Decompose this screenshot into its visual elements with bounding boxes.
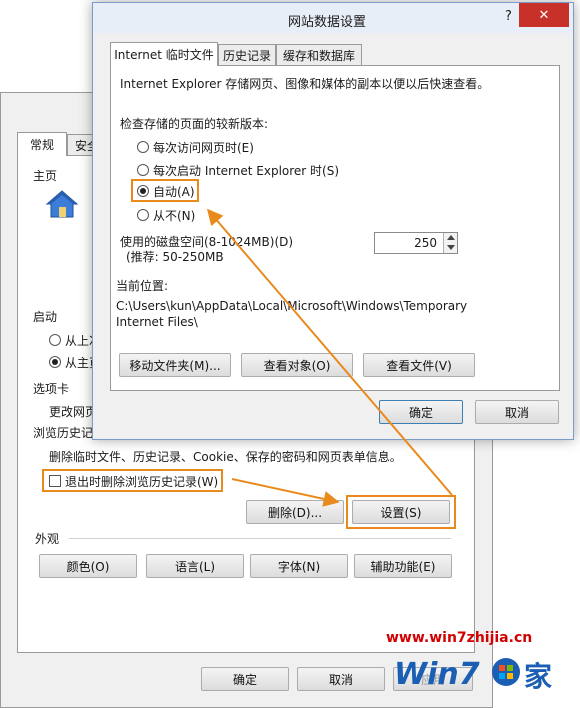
arrow-up-icon[interactable] — [447, 235, 455, 240]
highlight-delete-on-exit — [42, 469, 223, 492]
svg-text:家: 家 — [524, 660, 552, 693]
close-button[interactable]: ✕ — [519, 3, 569, 27]
view-objects-button[interactable]: 查看对象(O) — [241, 353, 353, 377]
help-button[interactable]: ? — [505, 9, 512, 24]
stepper-arrows[interactable] — [443, 233, 457, 253]
view-objects-label: 查看对象(O) — [263, 358, 331, 373]
current-location-path-2: Internet Files\ — [116, 315, 198, 329]
svg-text:Win7: Win7 — [394, 657, 480, 692]
current-location-label: 当前位置: — [116, 279, 169, 293]
watermark-url: www.win7zhijia.cn — [386, 630, 533, 646]
close-icon: ✕ — [538, 7, 550, 23]
intro-text: Internet Explorer 存储网页、图像和媒体的副本以便以后快速查看。 — [120, 77, 490, 91]
options-cancel-label: 取消 — [328, 672, 353, 687]
startup-last-radio[interactable] — [49, 334, 61, 346]
disk-space-stepper[interactable]: 250 — [374, 232, 458, 254]
watermark-logo: Win7 家 — [390, 648, 576, 704]
fonts-button[interactable]: 字体(N) — [250, 554, 348, 578]
accessibility-button[interactable]: 辅助功能(E) — [354, 554, 452, 578]
highlight-settings-button — [346, 495, 456, 529]
win7-logo-icon: Win7 家 — [394, 657, 552, 693]
arrow-down-icon[interactable] — [447, 245, 455, 250]
colors-button[interactable]: 颜色(O) — [39, 554, 137, 578]
highlight-automatic — [131, 179, 199, 202]
tab-temp-files[interactable]: Internet 临时文件 — [110, 42, 218, 66]
option-every-visit-radio[interactable] — [137, 141, 149, 153]
options-ok-label: 确定 — [232, 672, 257, 687]
view-files-button[interactable]: 查看文件(V) — [363, 353, 475, 377]
tabs-desc: 更改网页 — [49, 405, 98, 419]
homepage-label: 主页 — [33, 169, 58, 183]
settings-ok-button[interactable]: 确定 — [379, 400, 463, 424]
languages-button-label: 语言(L) — [174, 559, 216, 574]
languages-button[interactable]: 语言(L) — [146, 554, 244, 578]
fonts-button-label: 字体(N) — [277, 559, 321, 574]
option-every-start-radio[interactable] — [137, 164, 149, 176]
disk-space-value: 250 — [414, 236, 437, 250]
disk-space-recommend: (推荐: 50-250MB — [126, 250, 224, 264]
delete-button[interactable]: 删除(D)... — [246, 500, 344, 524]
tab-general[interactable]: 常规 — [17, 132, 67, 156]
move-folder-label: 移动文件夹(M)... — [129, 358, 221, 373]
appearance-label: 外观 — [35, 532, 60, 546]
option-never-label: 从不(N) — [153, 209, 196, 223]
startup-label: 启动 — [33, 310, 58, 324]
delete-button-label: 删除(D)... — [267, 505, 323, 520]
startup-home-radio[interactable] — [49, 356, 61, 368]
title-bar[interactable]: 网站数据设置 ? ✕ — [93, 3, 573, 33]
temp-files-panel — [110, 65, 560, 391]
history-desc: 删除临时文件、历史记录、Cookie、保存的密码和网页表单信息。 — [49, 450, 402, 464]
history-section-label: 浏览历史记 — [33, 426, 94, 440]
view-files-label: 查看文件(V) — [386, 358, 452, 373]
options-cancel-button[interactable]: 取消 — [297, 667, 385, 691]
check-label: 检查存储的页面的较新版本: — [120, 117, 269, 131]
move-folder-button[interactable]: 移动文件夹(M)... — [119, 353, 231, 377]
website-data-settings-dialog: 网站数据设置 ? ✕ Internet 临时文件 历史记录 缓存和数据库 Int… — [92, 2, 574, 440]
option-never-radio[interactable] — [137, 209, 149, 221]
tab-cache-db[interactable]: 缓存和数据库 — [276, 44, 362, 66]
appearance-divider — [69, 538, 451, 539]
options-ok-button[interactable]: 确定 — [201, 667, 289, 691]
tab-general-label: 常规 — [29, 138, 54, 152]
option-every-visit-label: 每次访问网页时(E) — [153, 141, 254, 155]
settings-cancel-button[interactable]: 取消 — [475, 400, 559, 424]
tabs-section-label: 选项卡 — [33, 382, 70, 396]
dialog-title: 网站数据设置 — [288, 15, 367, 30]
current-location-path-1: C:\Users\kun\AppData\Local\Microsoft\Win… — [116, 299, 468, 313]
settings-ok-label: 确定 — [408, 405, 433, 420]
tab-cache-db-label: 缓存和数据库 — [282, 49, 355, 63]
tab-history[interactable]: 历史记录 — [218, 44, 276, 66]
colors-button-label: 颜色(O) — [66, 559, 110, 574]
tab-temp-files-label: Internet 临时文件 — [114, 48, 214, 62]
house-icon — [45, 189, 79, 219]
settings-cancel-label: 取消 — [504, 405, 529, 420]
accessibility-button-label: 辅助功能(E) — [370, 559, 436, 574]
tab-history-label: 历史记录 — [222, 49, 271, 63]
option-every-start-label: 每次启动 Internet Explorer 时(S) — [153, 164, 340, 178]
